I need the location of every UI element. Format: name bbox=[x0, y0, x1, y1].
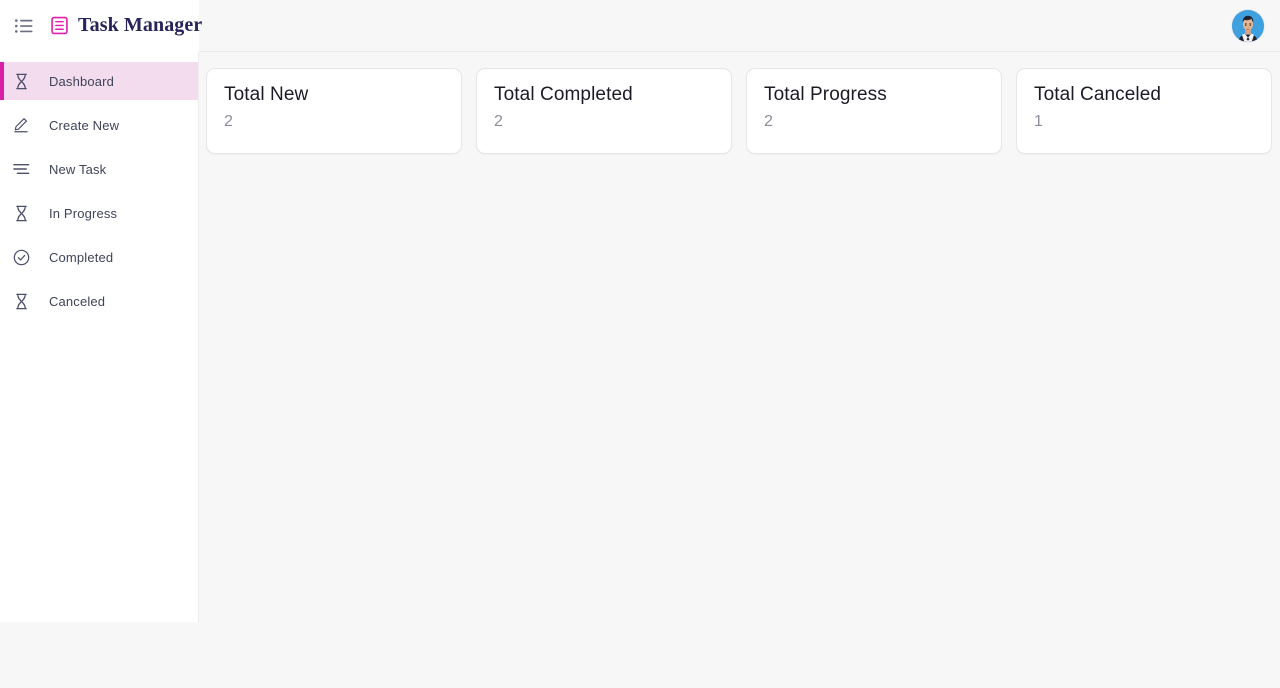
hourglass-icon bbox=[10, 202, 32, 224]
stat-card-title: Total Canceled bbox=[1034, 84, 1162, 105]
sidebar-item-in-progress[interactable]: In Progress bbox=[0, 194, 198, 232]
app-header: Task Manager bbox=[0, 0, 1280, 52]
stat-card-value: 2 bbox=[494, 113, 503, 130]
check-circle-icon bbox=[10, 246, 32, 268]
sidebar-item-label: In Progress bbox=[49, 205, 118, 221]
stat-card-title: Total Progress bbox=[764, 84, 887, 105]
avatar[interactable] bbox=[1232, 9, 1264, 42]
header-actions bbox=[199, 0, 1280, 52]
stats-cards-row: Total New 2 Total Completed 2 Total Prog… bbox=[206, 68, 1272, 154]
stat-card-title: Total New bbox=[224, 84, 309, 105]
stat-card-total-completed[interactable]: Total Completed 2 bbox=[476, 68, 732, 154]
stat-card-total-canceled[interactable]: Total Canceled 1 bbox=[1016, 68, 1272, 154]
sidebar-item-label: Create New bbox=[49, 117, 120, 133]
pencil-icon bbox=[10, 114, 32, 136]
sidebar-item-create-new[interactable]: Create New bbox=[0, 106, 198, 144]
header-brand-area: Task Manager bbox=[0, 0, 202, 52]
brand[interactable]: Task Manager bbox=[50, 14, 202, 37]
sidebar-item-dashboard[interactable]: Dashboard bbox=[0, 62, 198, 100]
hourglass-icon bbox=[10, 70, 32, 92]
stat-card-value: 1 bbox=[1034, 113, 1043, 130]
stat-card-value: 2 bbox=[764, 113, 773, 130]
sidebar-item-new-task[interactable]: New Task bbox=[0, 150, 198, 188]
stat-card-total-new[interactable]: Total New 2 bbox=[206, 68, 462, 154]
sidebar-item-completed[interactable]: Completed bbox=[0, 238, 198, 276]
app-title: Task Manager bbox=[78, 14, 203, 36]
sort-lines-icon bbox=[10, 158, 32, 180]
app-root: Task Manager Dashboard Create New New Ta… bbox=[0, 0, 1280, 688]
sidebar-item-label: New Task bbox=[49, 161, 107, 177]
stat-card-title: Total Completed bbox=[494, 84, 633, 105]
sidebar-item-canceled[interactable]: Canceled bbox=[0, 282, 198, 320]
sidebar: Dashboard Create New New Task In Progres… bbox=[0, 52, 199, 622]
stat-card-value: 2 bbox=[224, 113, 233, 130]
main-content: Total New 2 Total Completed 2 Total Prog… bbox=[199, 52, 1280, 688]
hourglass-icon bbox=[10, 290, 32, 312]
sidebar-item-label: Canceled bbox=[49, 293, 106, 309]
stat-card-total-progress[interactable]: Total Progress 2 bbox=[746, 68, 1002, 154]
sidebar-item-label: Dashboard bbox=[49, 73, 114, 89]
sidebar-item-label: Completed bbox=[49, 249, 114, 265]
document-list-icon bbox=[50, 16, 69, 35]
list-menu-icon[interactable] bbox=[10, 12, 38, 40]
